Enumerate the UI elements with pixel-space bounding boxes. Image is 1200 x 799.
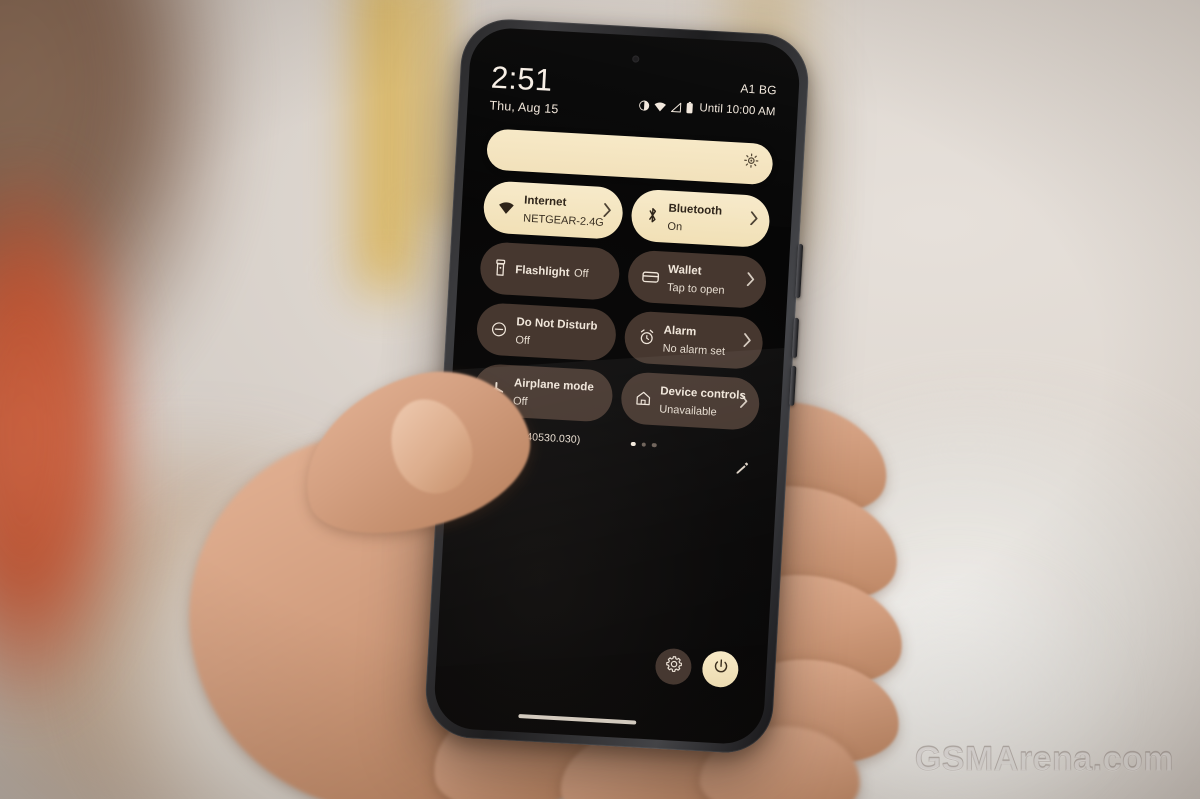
tile-internet-text: Internet NETGEAR-2.4G [523, 190, 604, 230]
tile-bluetooth[interactable]: Bluetooth On [629, 188, 771, 248]
tile-do-not-disturb-label: Do Not Disturb [516, 315, 598, 333]
build-number-label: 14 (AD1A.240530.030) [470, 427, 581, 446]
chevron-right-icon[interactable] [742, 333, 752, 352]
tile-do-not-disturb-text: Do Not Disturb Off [515, 312, 605, 353]
tile-wallet-sub: Tap to open [666, 281, 725, 297]
home-icon [634, 390, 651, 407]
brightness-slider[interactable] [485, 127, 774, 185]
alarm-icon [638, 328, 655, 346]
wallet-icon [641, 269, 659, 284]
tile-airplane-mode-text: Airplane mode Off [513, 373, 602, 414]
quick-settings-tiles: Internet NETGEAR-2.4G Bluetooth On Flash… [472, 179, 771, 431]
quick-settings-footer: 14 (AD1A.240530.030) [469, 427, 757, 487]
tile-flashlight-label: Flashlight [514, 263, 570, 279]
tile-flashlight-text: Flashlight Off [515, 260, 608, 283]
flashlight-icon [494, 259, 507, 277]
tile-flashlight[interactable]: Flashlight Off [478, 240, 621, 301]
tile-device-controls-sub: Unavailable [658, 402, 718, 419]
tile-internet[interactable]: Internet NETGEAR-2.4G [482, 179, 624, 240]
carrier-name: A1 BG [740, 81, 778, 98]
tile-alarm-sub: No alarm set [662, 342, 726, 358]
page-indicator[interactable] [630, 441, 657, 448]
tile-wallet-text: Wallet Tap to open [667, 259, 738, 299]
phone-device: 2:51 Thu, Aug 15 A1 BG Until 10:00 AM In… [423, 16, 811, 756]
airplane-icon [487, 381, 505, 399]
tile-bluetooth-text: Bluetooth On [667, 198, 741, 238]
tile-airplane-mode-sub: Off [512, 394, 528, 408]
wifi-icon [653, 100, 667, 112]
tile-airplane-mode-label: Airplane mode [513, 376, 595, 394]
clock-block: 2:51 Thu, Aug 15 [489, 59, 561, 117]
page-dot-2[interactable] [641, 441, 646, 447]
do-not-disturb-icon [638, 99, 650, 111]
tile-device-controls[interactable]: Device controls Unavailable [619, 370, 761, 431]
battery-icon [685, 101, 694, 114]
page-dot-3[interactable] [651, 442, 657, 448]
tile-alarm[interactable]: Alarm No alarm set [622, 309, 765, 370]
tile-flashlight-sub: Off [573, 266, 589, 280]
chevron-right-icon[interactable] [739, 393, 749, 413]
page-dot-1[interactable] [630, 441, 636, 447]
chevron-right-icon[interactable] [602, 203, 612, 222]
tile-wallet[interactable]: Wallet Tap to open [626, 248, 768, 309]
gear-icon [664, 655, 682, 678]
status-icon-group: Until 10:00 AM [638, 99, 776, 119]
tile-internet-label: Internet [523, 194, 567, 209]
tile-do-not-disturb-sub: Off [515, 333, 531, 347]
status-bar: 2:51 Thu, Aug 15 A1 BG Until 10:00 AM [489, 59, 778, 128]
power-icon [711, 658, 729, 681]
tile-bluetooth-sub: On [667, 220, 683, 233]
dnd-until-label: Until 10:00 AM [699, 102, 776, 119]
edit-tiles-button[interactable] [734, 460, 750, 481]
home-gesture-bar[interactable] [518, 714, 637, 725]
tile-device-controls-label: Device controls [659, 385, 747, 402]
photo-scene: 2:51 Thu, Aug 15 A1 BG Until 10:00 AM In… [0, 0, 1200, 799]
carrier-block: A1 BG Until 10:00 AM [638, 70, 778, 119]
brightness-icon [743, 153, 759, 174]
power-menu-controls [654, 647, 740, 689]
clock-date: Thu, Aug 15 [489, 98, 559, 117]
wifi-icon [497, 200, 515, 215]
tile-bluetooth-label: Bluetooth [668, 202, 723, 218]
do-not-disturb-icon [491, 320, 508, 337]
quick-settings-panel: 2:51 Thu, Aug 15 A1 BG Until 10:00 AM In… [447, 26, 801, 488]
tile-alarm-label: Alarm [663, 324, 697, 338]
clock-time: 2:51 [490, 59, 554, 98]
chevron-right-icon[interactable] [749, 211, 759, 230]
phone-screen: 2:51 Thu, Aug 15 A1 BG Until 10:00 AM In… [432, 26, 802, 746]
tile-do-not-disturb[interactable]: Do Not Disturb Off [475, 301, 617, 362]
settings-button[interactable] [654, 647, 693, 686]
tile-wallet-label: Wallet [667, 263, 702, 278]
tile-alarm-text: Alarm No alarm set [662, 320, 734, 360]
signal-icon [670, 101, 682, 113]
hardware-volume-down-button[interactable] [789, 365, 797, 406]
tile-device-controls-text: Device controls Unavailable [658, 381, 746, 421]
background-pillar-left-inner [410, 0, 456, 220]
bluetooth-icon [645, 206, 660, 224]
tile-airplane-mode[interactable]: Airplane mode Off [472, 362, 614, 423]
tile-internet-sub: NETGEAR-2.4G [522, 212, 605, 229]
hardware-volume-up-button[interactable] [791, 317, 800, 358]
power-button[interactable] [701, 650, 740, 689]
chevron-right-icon[interactable] [746, 272, 756, 291]
